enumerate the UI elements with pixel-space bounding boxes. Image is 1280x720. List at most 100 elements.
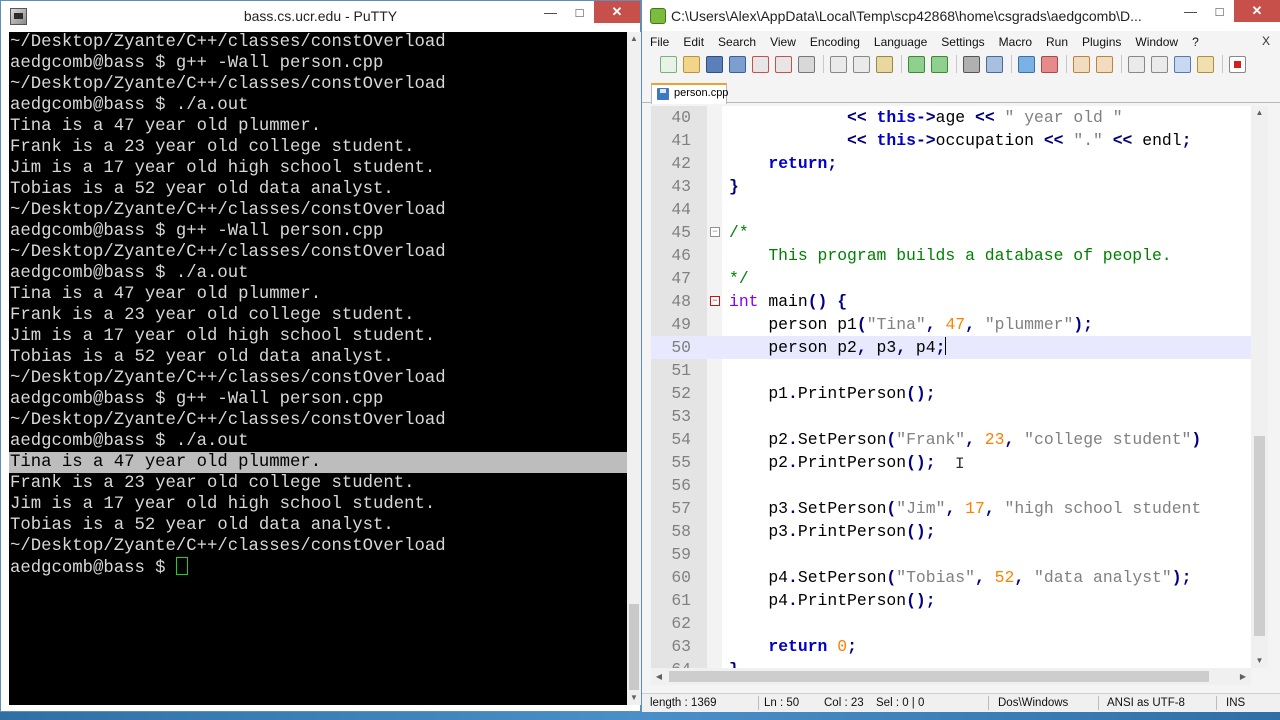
code-line[interactable]: 64} — [651, 658, 1251, 668]
npp-titlebar[interactable]: C:\Users\Alex\AppData\Local\Temp\scp4286… — [642, 0, 1280, 31]
menu-settings[interactable]: Settings — [933, 35, 990, 49]
zoom-out-icon[interactable] — [1041, 55, 1058, 73]
code-line[interactable]: 62 — [651, 612, 1251, 635]
editor-hscroll-thumb[interactable] — [669, 671, 1209, 682]
code-line[interactable]: 56 — [651, 474, 1251, 497]
menu-macro[interactable]: Macro — [991, 35, 1038, 49]
open-file-icon[interactable] — [683, 55, 700, 73]
menu-edit[interactable]: Edit — [675, 35, 710, 49]
code-token: */ — [729, 269, 749, 288]
undo-icon[interactable] — [908, 55, 925, 73]
scroll-left-icon[interactable]: ◀ — [651, 668, 667, 685]
code-line[interactable]: 60 p4.SetPerson("Tobias", 52, "data anal… — [651, 566, 1251, 589]
code-token: "Tobias" — [896, 568, 975, 587]
menu-plugins[interactable]: Plugins — [1074, 35, 1127, 49]
code-line[interactable]: 55 p2.PrintPerson(); — [651, 451, 1251, 474]
close-button[interactable]: ✕ — [594, 1, 640, 23]
code-editor[interactable]: 40 << this->age << " year old " 41 << thi… — [651, 106, 1251, 668]
indent-guide-icon[interactable] — [1174, 55, 1191, 73]
save-icon[interactable] — [706, 55, 723, 73]
terminal-line: Tobias is a 52 year old data analyst. — [10, 516, 394, 535]
redo-icon[interactable] — [931, 55, 948, 73]
code-line[interactable]: 54 p2.SetPerson("Frank", 23, "college st… — [651, 428, 1251, 451]
close-document-button[interactable]: X — [1262, 34, 1270, 48]
code-token: . — [788, 453, 798, 472]
menu-run[interactable]: Run — [1038, 35, 1074, 49]
menu-language[interactable]: Language — [866, 35, 933, 49]
toolbar-separator — [1222, 55, 1223, 73]
new-file-icon[interactable] — [660, 55, 677, 73]
editor-vscroll-thumb[interactable] — [1254, 436, 1265, 636]
word-wrap-icon[interactable] — [1128, 55, 1145, 73]
menu-help[interactable]: ? — [1184, 35, 1205, 49]
code-line[interactable]: 43} — [651, 175, 1251, 198]
tab-label: person.cpp — [674, 87, 729, 99]
code-line[interactable]: 63 return 0; — [651, 635, 1251, 658]
code-line[interactable]: 44 — [651, 198, 1251, 221]
copy-icon[interactable] — [853, 55, 870, 73]
menu-view[interactable]: View — [762, 35, 802, 49]
sync-horizontal-icon[interactable] — [1096, 55, 1113, 73]
record-macro-icon[interactable] — [1229, 55, 1246, 73]
fold-toggle-icon[interactable]: − — [710, 227, 720, 237]
maximize-button[interactable]: □ — [1205, 0, 1234, 22]
code-line[interactable]: 46 This program builds a database of peo… — [651, 244, 1251, 267]
editor-vertical-scrollbar[interactable]: ▲ ▼ — [1251, 106, 1268, 668]
code-line[interactable]: 48 − int main() { — [651, 290, 1251, 313]
print-icon[interactable] — [798, 55, 815, 73]
code-line[interactable]: 61 p4.PrintPerson(); — [651, 589, 1251, 612]
code-line[interactable]: 51 — [651, 359, 1251, 382]
code-line[interactable]: 59 — [651, 543, 1251, 566]
code-line[interactable]: 53 — [651, 405, 1251, 428]
scroll-down-icon[interactable]: ▼ — [627, 691, 641, 705]
npp-app-icon[interactable] — [650, 8, 666, 24]
putty-titlebar[interactable]: bass.cs.ucr.edu - PuTTY — □ ✕ — [1, 1, 640, 32]
minimize-button[interactable]: — — [1176, 0, 1205, 22]
code-line[interactable]: 45 −/* — [651, 221, 1251, 244]
status-eol[interactable]: Dos\Windows — [998, 697, 1068, 709]
save-all-icon[interactable] — [729, 55, 746, 73]
code-line[interactable]: 52 p1.PrintPerson(); — [651, 382, 1251, 405]
tab-person-cpp[interactable]: person.cpp — [651, 83, 729, 104]
menu-window[interactable]: Window — [1127, 35, 1184, 49]
zoom-in-icon[interactable] — [1018, 55, 1035, 73]
terminal-scroll-thumb[interactable] — [629, 604, 639, 690]
code-line[interactable]: 50 person p2, p3, p4; — [651, 336, 1251, 359]
minimize-button[interactable]: — — [536, 1, 565, 23]
menu-encoding[interactable]: Encoding — [802, 35, 866, 49]
code-line[interactable]: 49 person p1("Tina", 47, "plummer"); — [651, 313, 1251, 336]
menu-file[interactable]: File — [642, 35, 675, 49]
paste-icon[interactable] — [876, 55, 893, 73]
code-text: << this->age << " year old " — [847, 108, 1123, 127]
maximize-button[interactable]: □ — [565, 1, 594, 23]
close-file-icon[interactable] — [752, 55, 769, 73]
status-insert-mode[interactable]: INS — [1226, 697, 1245, 709]
code-line[interactable]: 57 p3.SetPerson("Jim", 17, "high school … — [651, 497, 1251, 520]
scroll-up-icon[interactable]: ▲ — [627, 32, 641, 46]
status-encoding[interactable]: ANSI as UTF-8 — [1107, 697, 1185, 709]
doc-map-icon[interactable] — [1197, 55, 1214, 73]
close-all-icon[interactable] — [775, 55, 792, 73]
scroll-down-icon[interactable]: ▼ — [1251, 654, 1268, 668]
sync-vertical-icon[interactable] — [1073, 55, 1090, 73]
code-line[interactable]: 47 */ — [651, 267, 1251, 290]
code-line[interactable]: 42 return; — [651, 152, 1251, 175]
terminal-scrollbar[interactable]: ▲ ▼ — [627, 32, 641, 705]
code-line[interactable]: 58 p3.PrintPerson(); — [651, 520, 1251, 543]
code-text: p3.PrintPerson(); — [729, 522, 936, 541]
terminal-output[interactable]: ~/Desktop/Zyante/C++/classes/constOverlo… — [9, 32, 627, 705]
editor-horizontal-scrollbar[interactable]: ◀ ▶ — [651, 668, 1251, 685]
code-line[interactable]: 40 << this->age << " year old " — [651, 106, 1251, 129]
replace-icon[interactable] — [986, 55, 1003, 73]
cut-icon[interactable] — [830, 55, 847, 73]
scroll-right-icon[interactable]: ▶ — [1235, 668, 1251, 685]
scroll-up-icon[interactable]: ▲ — [1251, 106, 1268, 120]
close-button[interactable]: ✕ — [1234, 0, 1280, 22]
find-icon[interactable] — [963, 55, 980, 73]
terminal-line: aedgcomb@bass $ g++ -Wall person.cpp — [10, 54, 384, 73]
fold-toggle-icon[interactable]: − — [710, 296, 720, 306]
menu-search[interactable]: Search — [710, 35, 762, 49]
show-all-chars-icon[interactable] — [1151, 55, 1168, 73]
code-line[interactable]: 41 << this->occupation << "." << endl; — [651, 129, 1251, 152]
toolbar-separator — [1121, 55, 1122, 73]
